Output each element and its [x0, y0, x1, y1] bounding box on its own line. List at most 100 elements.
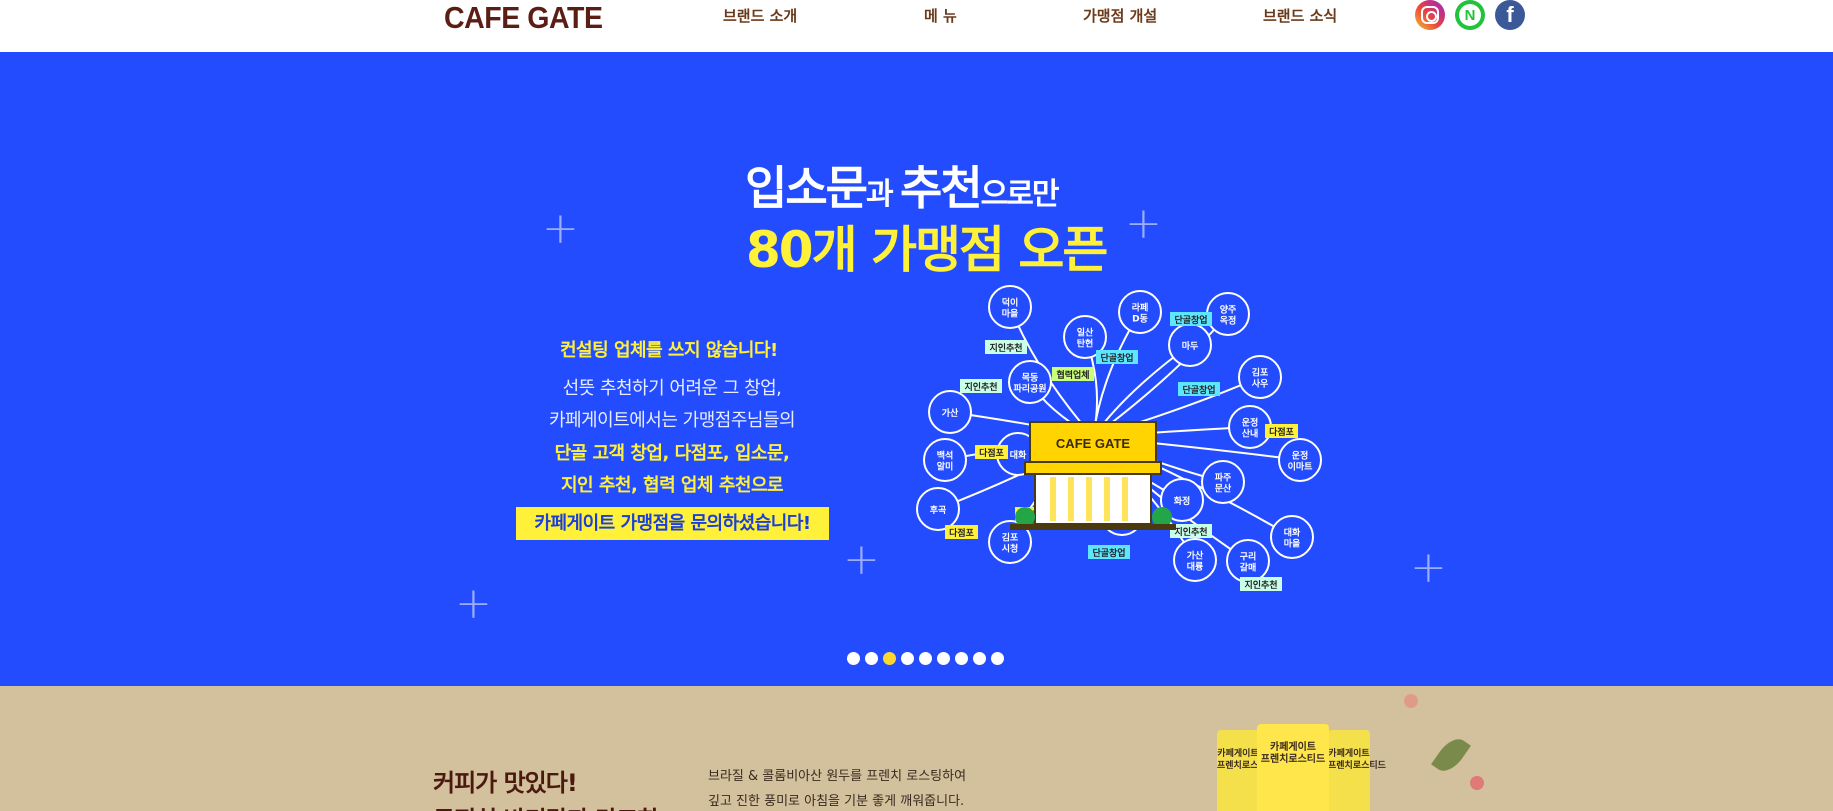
- map-node-label: 운정: [1242, 417, 1259, 429]
- svg-text:다점포: 다점포: [979, 447, 1005, 459]
- store-sign: CAFE GATE: [1056, 436, 1130, 451]
- map-node-label: 대화: [1284, 527, 1301, 539]
- slide-dot-5[interactable]: [919, 652, 932, 665]
- slide-dot-3[interactable]: [883, 652, 896, 665]
- svg-text:지인추천: 지인추천: [989, 342, 1022, 354]
- map-node-label: 대화: [1010, 449, 1027, 461]
- map-node-label: 파주: [1215, 472, 1232, 484]
- map-node-label: 구리: [1240, 551, 1257, 563]
- map-tag: 단골창업: [1170, 312, 1212, 326]
- section-description-2: 깊고 진한 풍미로 아침을 기분 좋게 깨워줍니다.: [708, 794, 965, 809]
- map-node-label: 마두: [1182, 340, 1199, 352]
- map-node-label: 라페: [1132, 302, 1149, 314]
- slide-dot-1[interactable]: [847, 652, 860, 665]
- description-line: 카페게이트에서는 가맹점주님들의: [548, 410, 796, 431]
- naver-icon[interactable]: N: [1455, 0, 1485, 30]
- slide-dot-2[interactable]: [865, 652, 878, 665]
- nav-brand-news[interactable]: 브랜드 소식: [1263, 5, 1337, 26]
- map-node: 양주옥정: [1206, 292, 1250, 336]
- map-node-label: 가산: [1187, 550, 1204, 562]
- sub-heading: 컨설팅 업체를 쓰지 않습니다!: [560, 340, 778, 361]
- svg-text:다점포: 다점포: [949, 527, 975, 539]
- description-highlight: 단골 고객 창업, 다점포, 입소문,: [554, 443, 790, 464]
- description-highlight: 지인 추천, 협력 업체 추천으로: [560, 475, 784, 496]
- svg-text:단골창업: 단골창업: [1100, 352, 1133, 364]
- map-node: 백석알미: [923, 438, 967, 482]
- plus-decor-icon: +: [1125, 198, 1162, 249]
- map-node: 덕이마을: [988, 285, 1032, 329]
- map-node-label: 화정: [1174, 495, 1191, 507]
- map-tag: 지인추천: [1240, 577, 1282, 591]
- map-node-label: 옥정: [1220, 315, 1237, 327]
- map-tag: 지인추천: [960, 379, 1002, 393]
- svg-text:지인추천: 지인추천: [1174, 526, 1207, 538]
- site-header: CAFE GATE 브랜드 소개 메 뉴 가맹점 개설 브랜드 소식 N f: [0, 0, 1833, 52]
- facebook-icon[interactable]: f: [1495, 0, 1525, 30]
- map-node: 후곡: [916, 487, 960, 531]
- map-node: 운정이마트: [1278, 438, 1322, 482]
- headline-line1: 입소문과 추천으로만: [745, 161, 1059, 215]
- map-tag: 단골창업: [1096, 350, 1138, 364]
- map-node-label: 대륭: [1187, 561, 1204, 573]
- map-node-label: 갈매: [1240, 562, 1257, 574]
- map-node: 파주문산: [1201, 460, 1245, 504]
- hero-banner: + + + + + 입소문과 추천으로만 80개 가맹점 오픈 컨설팅 업체를 …: [0, 52, 1833, 686]
- map-node-label: 가산: [942, 407, 959, 419]
- map-node: 김포사우: [1238, 355, 1282, 399]
- map-node-label: 파리공원: [1013, 383, 1046, 395]
- map-node-label: 문산: [1215, 483, 1232, 495]
- map-node-label: 산내: [1242, 428, 1259, 440]
- map-node: 마두: [1168, 323, 1212, 367]
- map-node: 대화마을: [1270, 515, 1314, 559]
- map-node: 구리갈매: [1226, 539, 1270, 583]
- franchise-map-diagram: 덕이마을일산탄현라페D동양주옥정마두김포사우목동파리공원가산운정산내운정이마트백…: [916, 285, 1322, 591]
- map-node-label: 마을: [1284, 538, 1301, 550]
- map-tag: 단골창업: [1088, 545, 1130, 559]
- svg-text:지인추천: 지인추천: [964, 381, 997, 393]
- brand-logo[interactable]: CAFE GATE: [444, 0, 603, 36]
- franchise-inquiry-cta[interactable]: 카페게이트 가맹점을 문의하셨습니다!: [516, 507, 829, 540]
- map-node-label: 양주: [1220, 304, 1237, 316]
- map-node-label: 덕이: [1002, 297, 1019, 309]
- map-node-label: 김포: [1002, 532, 1019, 544]
- map-tag: 지인추천: [1170, 524, 1212, 538]
- map-node-label: 일산: [1077, 327, 1094, 339]
- map-node-label: 알미: [937, 461, 954, 473]
- nav-brand-intro[interactable]: 브랜드 소개: [723, 5, 797, 26]
- section-title: 커피가 맛있다!: [433, 769, 578, 797]
- map-tag: 단골창업: [1178, 382, 1220, 396]
- store-icon: CAFE GATE: [1010, 421, 1176, 530]
- slide-dot-9[interactable]: [991, 652, 1004, 665]
- map-node-label: 시청: [1002, 543, 1019, 555]
- slide-dot-8[interactable]: [973, 652, 986, 665]
- map-node-label: 운정: [1292, 450, 1309, 462]
- map-tag: 다점포: [975, 445, 1008, 459]
- map-node: 가산대륭: [1173, 538, 1217, 582]
- plus-decor-icon: +: [542, 203, 579, 254]
- coffee-bag-main: 카페게이트 프렌치로스티드: [1257, 724, 1329, 811]
- map-node-label: 김포: [1252, 367, 1269, 379]
- svg-text:다점포: 다점포: [1269, 426, 1295, 438]
- decor-circle: [1470, 776, 1484, 790]
- description-line: 선뜻 추천하기 어려운 그 창업,: [562, 378, 782, 399]
- svg-text:지인추천: 지인추천: [1244, 579, 1277, 591]
- svg-text:단골창업: 단골창업: [1182, 384, 1215, 396]
- coffee-bag: 카페게이트 프렌치로스티드: [1328, 730, 1386, 811]
- leaf-icon: [1431, 733, 1471, 777]
- slide-dot-6[interactable]: [937, 652, 950, 665]
- decor-circle: [1404, 694, 1418, 708]
- map-node-label: 사우: [1252, 378, 1269, 390]
- map-node-label: 탄현: [1077, 338, 1094, 350]
- coffee-section: 커피가 맛있다! 무진히 바디감과 단고한 브라질 & 콜롬비아산 원두를 프렌…: [0, 686, 1833, 811]
- plus-decor-icon: +: [843, 534, 880, 585]
- slide-dot-7[interactable]: [955, 652, 968, 665]
- slide-dot-4[interactable]: [901, 652, 914, 665]
- coffee-bag: 카페게이트 프렌치로스티드: [1217, 730, 1275, 811]
- section-title-2: 무진히 바디감과 단고한: [433, 800, 660, 811]
- map-node-label: 이마트: [1288, 461, 1314, 473]
- nav-franchise-open[interactable]: 가맹점 개설: [1083, 5, 1157, 26]
- instagram-icon[interactable]: [1415, 0, 1445, 30]
- nav-menu[interactable]: 메 뉴: [924, 5, 957, 26]
- map-node-label: 후곡: [930, 504, 947, 516]
- map-node-label: 백석: [937, 450, 954, 462]
